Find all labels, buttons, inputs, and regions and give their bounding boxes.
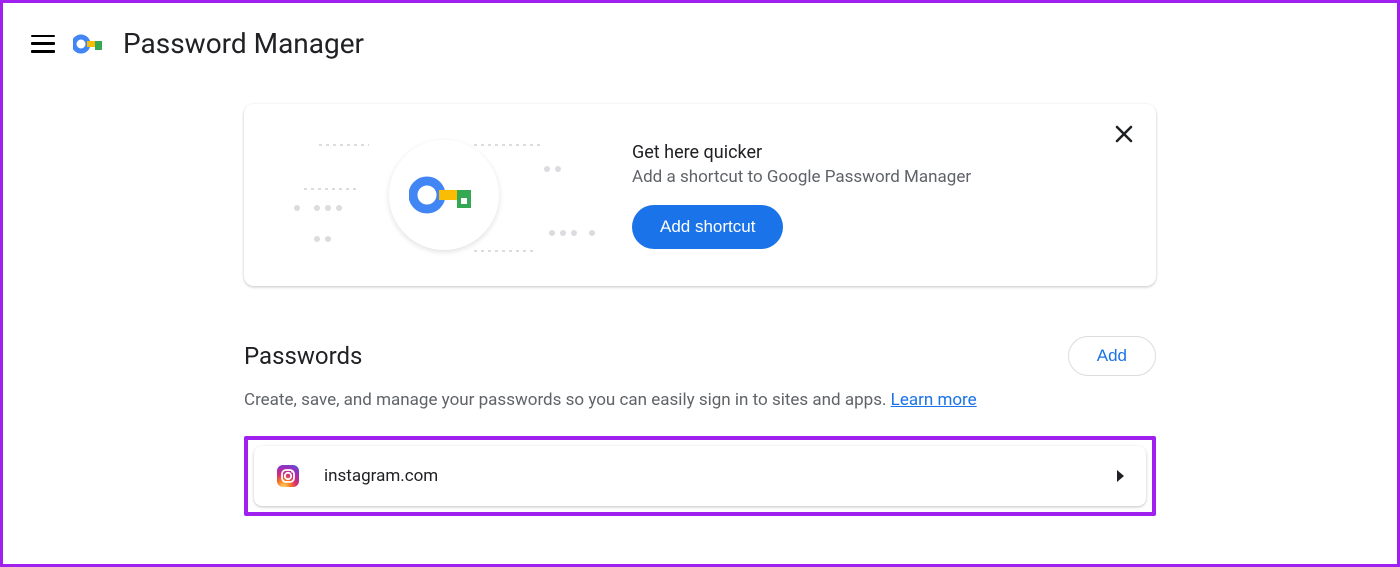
learn-more-link[interactable]: Learn more xyxy=(891,390,977,410)
promo-description: Add a shortcut to Google Password Manage… xyxy=(632,167,1126,187)
passwords-description: Create, save, and manage your passwords … xyxy=(244,390,1156,410)
promo-heading: Get here quicker xyxy=(632,142,1126,163)
header: Password Manager xyxy=(3,3,1397,84)
add-password-button[interactable]: Add xyxy=(1068,336,1156,376)
passwords-section-header: Passwords Add xyxy=(244,336,1156,376)
menu-icon[interactable] xyxy=(31,35,55,53)
chevron-right-icon xyxy=(1117,470,1124,482)
promo-text: Get here quicker Add a shortcut to Googl… xyxy=(632,142,1126,249)
instagram-icon xyxy=(276,464,300,488)
page-title: Password Manager xyxy=(123,27,364,60)
add-shortcut-button[interactable]: Add shortcut xyxy=(632,205,783,249)
password-entry-row[interactable]: instagram.com xyxy=(254,446,1146,506)
promo-illustration xyxy=(274,130,614,260)
highlighted-password-entry: instagram.com xyxy=(244,436,1156,516)
main-content: Get here quicker Add a shortcut to Googl… xyxy=(224,104,1176,516)
site-name: instagram.com xyxy=(324,466,1117,486)
close-icon[interactable] xyxy=(1112,122,1136,146)
password-manager-logo-icon xyxy=(73,28,105,60)
app-frame: Password Manager xyxy=(0,0,1400,567)
passwords-description-text: Create, save, and manage your passwords … xyxy=(244,390,891,410)
key-icon xyxy=(389,140,499,250)
shortcut-promo-card: Get here quicker Add a shortcut to Googl… xyxy=(244,104,1156,286)
passwords-title: Passwords xyxy=(244,342,362,370)
